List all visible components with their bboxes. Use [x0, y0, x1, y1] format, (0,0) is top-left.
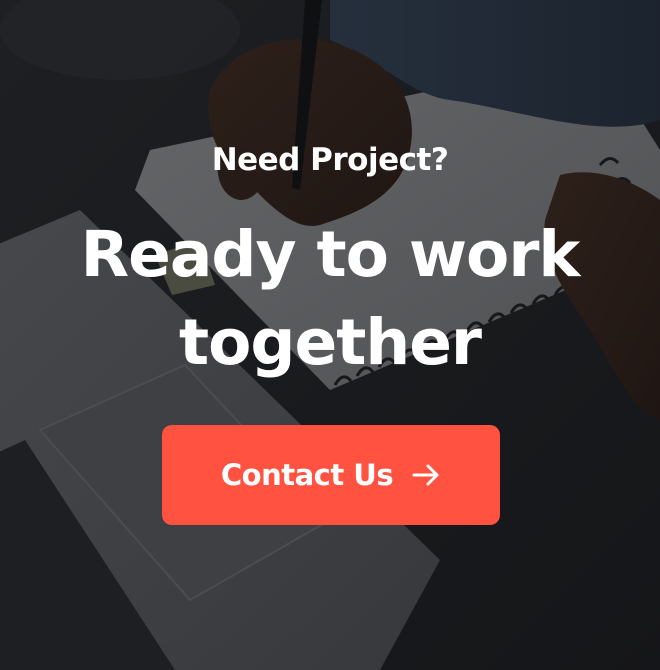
contact-us-label: Contact Us	[220, 458, 394, 492]
cta-content: Need Project? Ready to work together Con…	[0, 0, 660, 670]
headline: Ready to work together	[0, 211, 660, 387]
contact-us-button[interactable]: Contact Us	[162, 425, 500, 525]
cta-section: Need Project? Ready to work together Con…	[0, 0, 660, 670]
eyebrow-text: Need Project?	[211, 142, 449, 178]
headline-line-2: together	[179, 306, 482, 379]
arrow-right-icon	[412, 464, 439, 486]
headline-line-1: Ready to work	[80, 218, 581, 291]
